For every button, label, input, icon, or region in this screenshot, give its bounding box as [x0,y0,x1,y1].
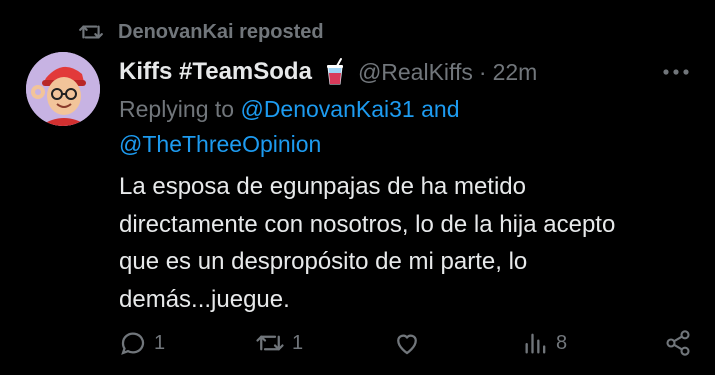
timestamp[interactable]: 22m [493,59,538,86]
action-bar: 1 1 8 [0,326,715,360]
more-options-button[interactable] [659,58,693,86]
views-icon [525,333,546,354]
tweet[interactable]: DenovanKai reposted Kiffs #TeamSoda @Rea… [0,0,715,375]
like-button[interactable] [392,326,428,360]
display-name[interactable]: Kiffs #TeamSoda [119,58,312,86]
author-handle[interactable]: @RealKiffs [358,59,473,86]
views-count: 8 [556,331,568,354]
tweet-line: directamente con nosotros, lo de la hija… [119,210,616,238]
tweet-line: demás...juegue. [119,285,290,313]
share-icon [666,330,690,356]
heart-icon [397,334,417,355]
separator-dot: · [478,58,487,85]
conjunction: and [414,96,460,122]
share-button[interactable] [664,326,692,360]
more-icon [663,69,689,75]
avatar[interactable] [26,52,100,126]
replying-prefix: Replying to [119,96,241,122]
tweet-text: La esposa de egunpajas de ha metido dire… [119,168,699,318]
views-button[interactable]: 8 [522,326,567,360]
repost-icon [78,19,104,45]
reply-button[interactable]: 1 [118,326,165,360]
soda-cup-emoji-icon [320,57,350,87]
replying-to: Replying to @DenovanKai31 and @TheThreeO… [119,92,639,162]
repost-action-icon [256,335,284,351]
repost-header: DenovanKai reposted [78,18,324,46]
reply-count: 1 [154,331,166,354]
tweet-line: que es un despropósito de mi parte, lo [119,248,528,275]
mention-thethreeopinion[interactable]: @TheThreeOpinion [119,131,321,157]
tweet-line: La esposa de egunpajas de ha metido [119,173,526,200]
reply-icon [121,332,145,355]
mention-denovankai31[interactable]: @DenovanKai31 [240,96,414,122]
repost-button[interactable]: 1 [254,326,303,360]
repost-text[interactable]: DenovanKai reposted [118,21,324,44]
tweet-header: Kiffs #TeamSoda @RealKiffs · 22m [119,55,537,89]
repost-count: 1 [292,331,304,354]
